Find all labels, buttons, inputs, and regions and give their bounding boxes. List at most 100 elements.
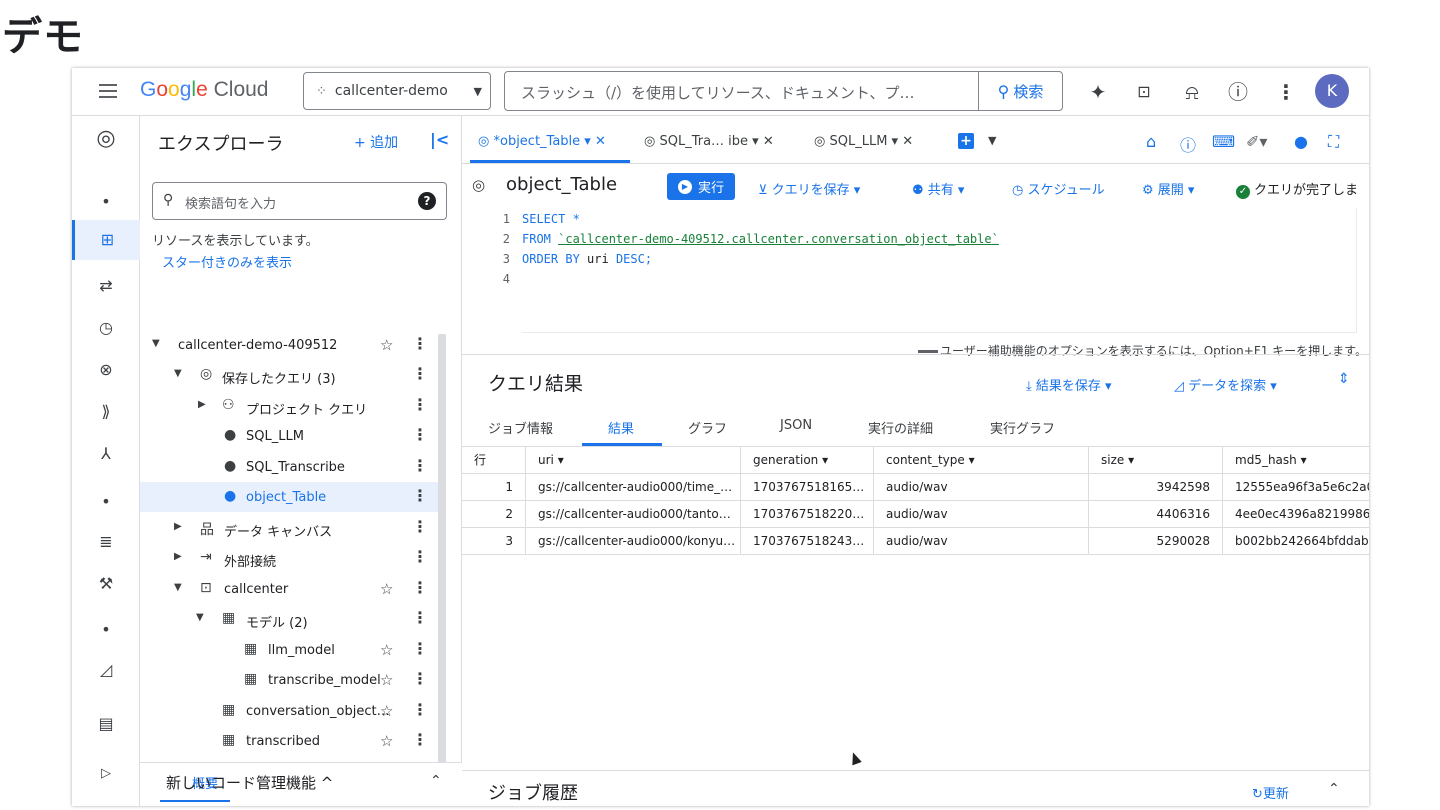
more-vert-icon[interactable]: ⋮: [412, 669, 428, 688]
tab-sql-transcribe[interactable]: ◎ SQL_Tra… ibe ▾ ✕: [644, 134, 774, 149]
expand-arrow-icon[interactable]: ▼: [174, 582, 182, 593]
lineage-icon[interactable]: ⅄: [72, 444, 140, 463]
expand-collapse-icon[interactable]: ⇕: [1338, 371, 1350, 387]
google-cloud-logo[interactable]: Google Cloud: [140, 78, 268, 102]
tree-item-conversation-object-table[interactable]: ▦ conversation_object… ☆ ⋮: [140, 696, 440, 726]
star-icon[interactable]: ☆: [380, 580, 393, 598]
more-vert-icon[interactable]: ⋮: [412, 608, 428, 627]
tree-item-models[interactable]: ▼ ▦ モデル (2) ⋮: [140, 604, 440, 634]
tree-item-object-table[interactable]: ● object_Table ⋮: [140, 482, 440, 512]
more-vert-icon[interactable]: ⋮: [1272, 78, 1300, 106]
more-vert-icon[interactable]: ⋮: [412, 364, 428, 383]
column-header[interactable]: 行: [462, 447, 526, 474]
release-notes-icon[interactable]: ▤: [72, 714, 140, 733]
expand-arrow-icon[interactable]: ▶: [174, 551, 182, 562]
starred-only-link[interactable]: スター付きのみを表示: [162, 252, 292, 271]
more-vert-icon[interactable]: ⋮: [412, 334, 428, 353]
home-icon[interactable]: ⌂: [1146, 132, 1156, 151]
transfer-icon[interactable]: ⇄: [72, 276, 140, 295]
help-icon[interactable]: ⓘ: [1224, 78, 1252, 106]
expand-rail-icon[interactable]: ▷: [72, 766, 140, 781]
tab-json[interactable]: JSON: [780, 418, 812, 433]
tree-item-dataset-callcenter[interactable]: ▼ ⊡ callcenter ☆ ⋮: [140, 574, 440, 604]
expand-arrow-icon[interactable]: ▼: [196, 612, 204, 623]
tab-execution-graph[interactable]: 実行グラフ: [990, 418, 1055, 437]
column-header[interactable]: uri ▾: [526, 447, 741, 474]
expand-arrow-icon[interactable]: ▶: [198, 399, 206, 410]
new-tab-plus-icon[interactable]: +: [958, 133, 974, 149]
expand-arrow-icon[interactable]: ▼: [174, 368, 182, 379]
tree-item-sql-transcribe[interactable]: ● SQL_Transcribe ⋮: [140, 452, 440, 482]
expand-arrow-icon[interactable]: ▼: [152, 338, 160, 349]
schedule-button[interactable]: ◷ スケジュール: [1012, 179, 1105, 198]
tree-item-project[interactable]: ▼ callcenter-demo-409512 ☆ ⋮: [140, 330, 440, 360]
tab-results[interactable]: 結果: [608, 418, 634, 437]
fullscreen-icon[interactable]: ⛶: [1328, 132, 1339, 152]
more-vert-icon[interactable]: ⋮: [412, 517, 428, 536]
gemini-icon[interactable]: ✦: [1084, 78, 1112, 106]
analytics-hub-icon[interactable]: ⊗: [72, 360, 140, 379]
wrench-icon[interactable]: ⚒: [72, 574, 140, 593]
more-vert-icon[interactable]: ⋮: [412, 578, 428, 597]
star-icon[interactable]: ☆: [380, 336, 393, 354]
column-header[interactable]: generation ▾: [741, 447, 874, 474]
tree-item-project-queries[interactable]: ▶ ⚇ プロジェクト クエリ ⋮: [140, 391, 440, 421]
tab-object-table[interactable]: ◎ *object_Table ▾ ✕: [478, 134, 606, 149]
chevron-up-icon[interactable]: ⌃: [430, 773, 442, 789]
global-search[interactable]: スラッシュ（/）を使用してリソース、ドキュメント、プ… ⚲ 検索: [504, 71, 1063, 111]
refresh-button[interactable]: ↻更新: [1252, 783, 1289, 802]
history-icon[interactable]: ◷: [72, 318, 140, 337]
tree-item-saved-queries[interactable]: ▼ ◎ 保存したクエリ (3) ⋮: [140, 360, 440, 390]
run-button[interactable]: ▶ 実行: [667, 173, 735, 200]
monitoring-icon[interactable]: ◿: [72, 660, 140, 679]
tree-item-transcribe-model[interactable]: ▦ transcribe_model ☆ ⋮: [140, 665, 440, 695]
table-row[interactable]: 2 gs://callcenter-audio000/tanto… 170376…: [462, 501, 1369, 528]
column-header[interactable]: content_type ▾: [874, 447, 1089, 474]
pipeline-icon[interactable]: ⟫: [72, 402, 140, 421]
star-icon[interactable]: ☆: [380, 732, 393, 750]
terminal-icon[interactable]: ⊡: [1130, 78, 1158, 106]
bell-icon[interactable]: ⍾: [1178, 78, 1206, 106]
explorer-rail-icon[interactable]: ⊞: [72, 220, 140, 260]
share-button[interactable]: ⚉ 共有 ▾: [912, 179, 964, 198]
more-vert-icon[interactable]: ⋮: [412, 700, 428, 719]
tree-item-transcribed[interactable]: ▦ transcribed ☆ ⋮: [140, 726, 440, 756]
table-row[interactable]: 3 gs://callcenter-audio000/konyu… 170376…: [462, 528, 1369, 555]
save-results-button[interactable]: ⤓ 結果を保存 ▾: [1026, 375, 1112, 394]
bigquery-logo-icon[interactable]: ◎: [72, 126, 140, 151]
hamburger-menu-icon[interactable]: [96, 80, 120, 104]
tree-item-llm-model[interactable]: ▦ llm_model ☆ ⋮: [140, 635, 440, 665]
new-code-management[interactable]: 新しいコード管理機能 ^: [166, 772, 333, 793]
expand-arrow-icon[interactable]: ▶: [174, 521, 182, 532]
keyboard-icon[interactable]: ⌨: [1212, 132, 1235, 151]
add-button[interactable]: + 追加: [354, 132, 398, 152]
more-vert-icon[interactable]: ⋮: [412, 547, 428, 566]
explorer-scrollbar[interactable]: [438, 334, 446, 764]
tab-chart[interactable]: グラフ: [688, 418, 727, 437]
column-header[interactable]: md5_hash ▾: [1223, 447, 1369, 474]
more-vert-icon[interactable]: ⋮: [412, 639, 428, 658]
column-header[interactable]: size ▾: [1089, 447, 1223, 474]
star-icon[interactable]: ☆: [380, 641, 393, 659]
table-row[interactable]: 1 gs://callcenter-audio000/time_… 170376…: [462, 474, 1369, 501]
magic-wand-icon[interactable]: ✐▾: [1246, 132, 1267, 151]
save-query-button[interactable]: ⊻ クエリを保存 ▾: [758, 179, 860, 198]
more-vert-icon[interactable]: ⋮: [412, 425, 428, 444]
avatar[interactable]: K: [1315, 74, 1349, 108]
tree-item-external-connections[interactable]: ▶ ⇥ 外部接続 ⋮: [140, 543, 440, 573]
tab-menu-caret-icon[interactable]: ▼: [988, 134, 996, 147]
tree-item-sql-llm[interactable]: ● SQL_LLM ⋮: [140, 421, 440, 451]
tab-execution-details[interactable]: 実行の詳細: [868, 418, 933, 437]
sql-editor[interactable]: 1 2 3 4 SELECT * FROM `callcenter-demo-4…: [462, 208, 1369, 358]
more-vert-icon[interactable]: ⋮: [412, 456, 428, 475]
tree-item-data-canvas[interactable]: ▶ 品 データ キャンバス ⋮: [140, 513, 440, 543]
explorer-search-input[interactable]: ⚲ 検索語句を入力 ?: [152, 182, 447, 220]
star-icon[interactable]: ☆: [380, 671, 393, 689]
info-icon[interactable]: ⓘ: [1180, 132, 1196, 156]
more-vert-icon[interactable]: ⋮: [412, 395, 428, 414]
tab-job-info[interactable]: ジョブ情報: [488, 418, 553, 437]
project-selector[interactable]: ⁘ callcenter-demo ▼: [303, 72, 491, 110]
search-button[interactable]: ⚲ 検索: [978, 72, 1062, 110]
chevron-up-icon[interactable]: ⌃: [1328, 781, 1340, 797]
collapse-panel-icon[interactable]: |<: [430, 130, 449, 149]
